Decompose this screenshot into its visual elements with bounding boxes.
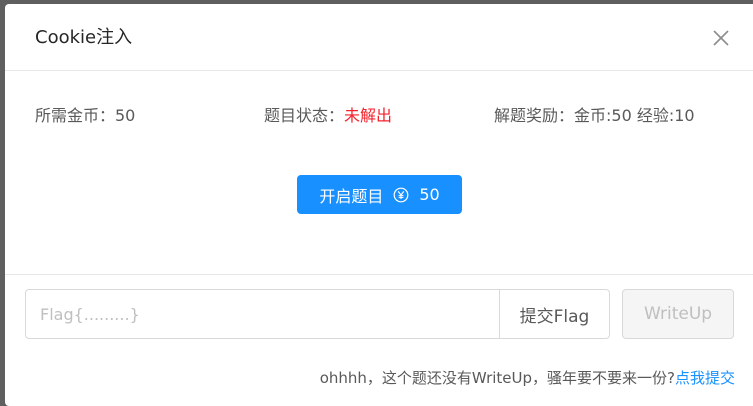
status-badge: 未解出 xyxy=(344,106,393,125)
modal-header: Cookie注入 xyxy=(5,4,753,71)
close-icon[interactable] xyxy=(711,28,731,48)
submit-writeup-link[interactable]: 点我提交 xyxy=(675,369,735,387)
divider xyxy=(5,274,753,275)
start-button-cost: 50 xyxy=(419,185,440,204)
submit-flag-button[interactable]: 提交Flag xyxy=(499,289,610,339)
yen-coin-icon xyxy=(393,187,409,203)
status-label: 题目状态： xyxy=(264,106,345,125)
challenge-status: 题目状态：未解出 xyxy=(264,105,392,127)
coins-required: 所需金币：50 xyxy=(35,106,136,125)
notice-text: ohhhh，这个题还没有WriteUp，骚年要不要来一份? xyxy=(319,369,675,387)
solve-reward: 解题奖励：金币:50 经验:10 xyxy=(494,106,695,125)
writeup-notice: ohhhh，这个题还没有WriteUp，骚年要不要来一份?点我提交 xyxy=(320,368,735,388)
challenge-modal: Cookie注入 所需金币：50 题目状态：未解出 解题奖励：金币:50 经验:… xyxy=(5,4,753,406)
start-challenge-button[interactable]: 开启题目 50 xyxy=(297,175,462,214)
writeup-button[interactable]: WriteUp xyxy=(622,289,734,339)
flag-input[interactable] xyxy=(25,289,500,339)
start-button-label: 开启题目 xyxy=(319,186,384,206)
modal-title: Cookie注入 xyxy=(35,27,133,48)
